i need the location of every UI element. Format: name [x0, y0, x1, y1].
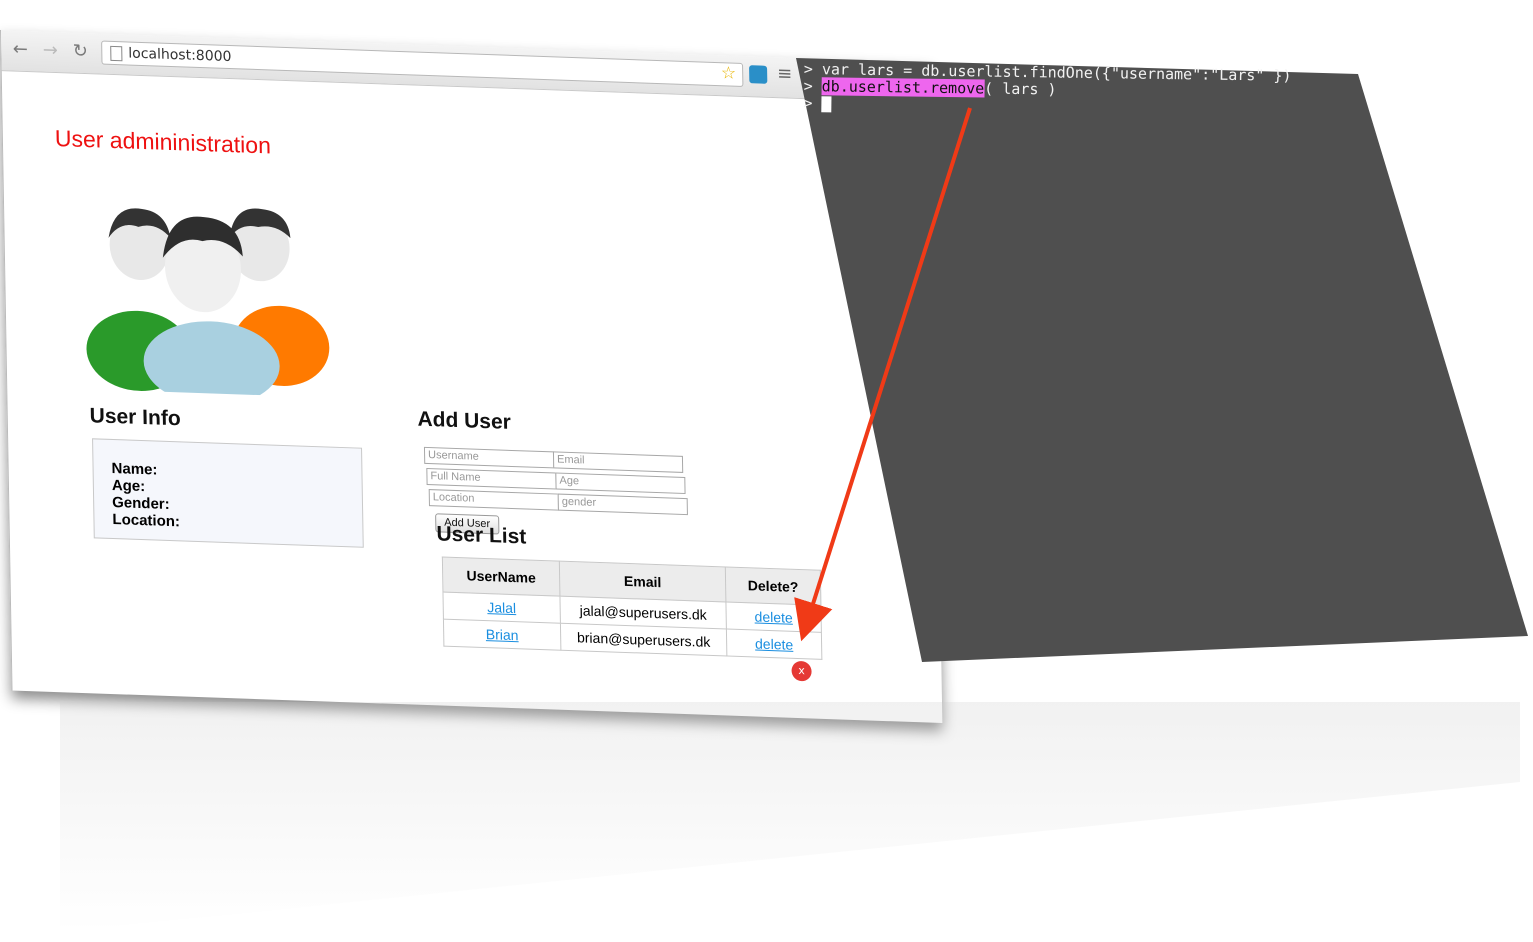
age-input[interactable]: Age	[555, 472, 686, 495]
info-name-label: Name:	[111, 459, 158, 479]
email-input[interactable]: Email	[552, 451, 684, 473]
extension-icon[interactable]	[749, 65, 768, 84]
add-user-heading: Add User	[417, 407, 512, 434]
location-input[interactable]: Location	[428, 489, 559, 511]
url-text: localhost:8000	[128, 45, 232, 66]
forward-arrow-icon[interactable]: →	[39, 39, 61, 62]
text-cursor	[821, 95, 832, 112]
info-age-label: Age:	[111, 476, 146, 496]
column-header-delete: Delete?	[725, 566, 821, 606]
username-cell: Jalal	[442, 592, 561, 624]
info-gender-label: Gender:	[112, 493, 170, 514]
menu-icon[interactable]: ≡	[777, 63, 792, 85]
gender-input[interactable]: gender	[557, 493, 688, 516]
fullname-input[interactable]: Full Name	[426, 467, 557, 490]
username-cell: Brian	[443, 619, 561, 651]
scene: ← → ↻ localhost:8000 ☆ ≡ User admininist…	[0, 0, 1533, 942]
info-location-label: Location:	[112, 510, 181, 531]
user-list-heading: User List	[436, 522, 527, 549]
page-content: User admininistration User Info Name: Ag…	[2, 71, 943, 723]
username-link[interactable]: Brian	[486, 626, 519, 643]
star-icon[interactable]: ☆	[721, 62, 737, 85]
page-title: User admininistration	[54, 124, 272, 159]
reload-icon[interactable]: ↻	[69, 40, 91, 63]
delete-link[interactable]: delete	[755, 635, 793, 652]
username-link[interactable]: Jalal	[487, 599, 516, 616]
column-header-username: UserName	[442, 557, 560, 597]
delete-link[interactable]: delete	[754, 608, 792, 625]
page-icon	[110, 45, 123, 62]
reflection	[60, 702, 1520, 932]
delete-cell: delete	[725, 601, 822, 633]
user-info-heading: User Info	[89, 404, 181, 431]
delete-cell: delete	[726, 628, 822, 660]
prompt: >	[803, 93, 822, 113]
terminal-output: > var lars = db.userlist.findOne({"usern…	[803, 60, 1504, 121]
close-badge-icon[interactable]: x	[791, 660, 812, 682]
prompt: >	[803, 76, 822, 96]
user-info-panel: Name: Age: Gender: Location:	[92, 438, 364, 548]
back-arrow-icon[interactable]: ←	[9, 38, 31, 61]
column-header-email: Email	[559, 561, 726, 602]
user-list-table: UserName Email Delete? Jalal jalal@super…	[442, 557, 823, 660]
username-input[interactable]: Username	[423, 446, 555, 469]
email-cell: brian@superusers.dk	[560, 623, 727, 656]
browser-window: ← → ↻ localhost:8000 ☆ ≡ User admininist…	[0, 30, 943, 724]
users-group-icon	[86, 208, 330, 398]
